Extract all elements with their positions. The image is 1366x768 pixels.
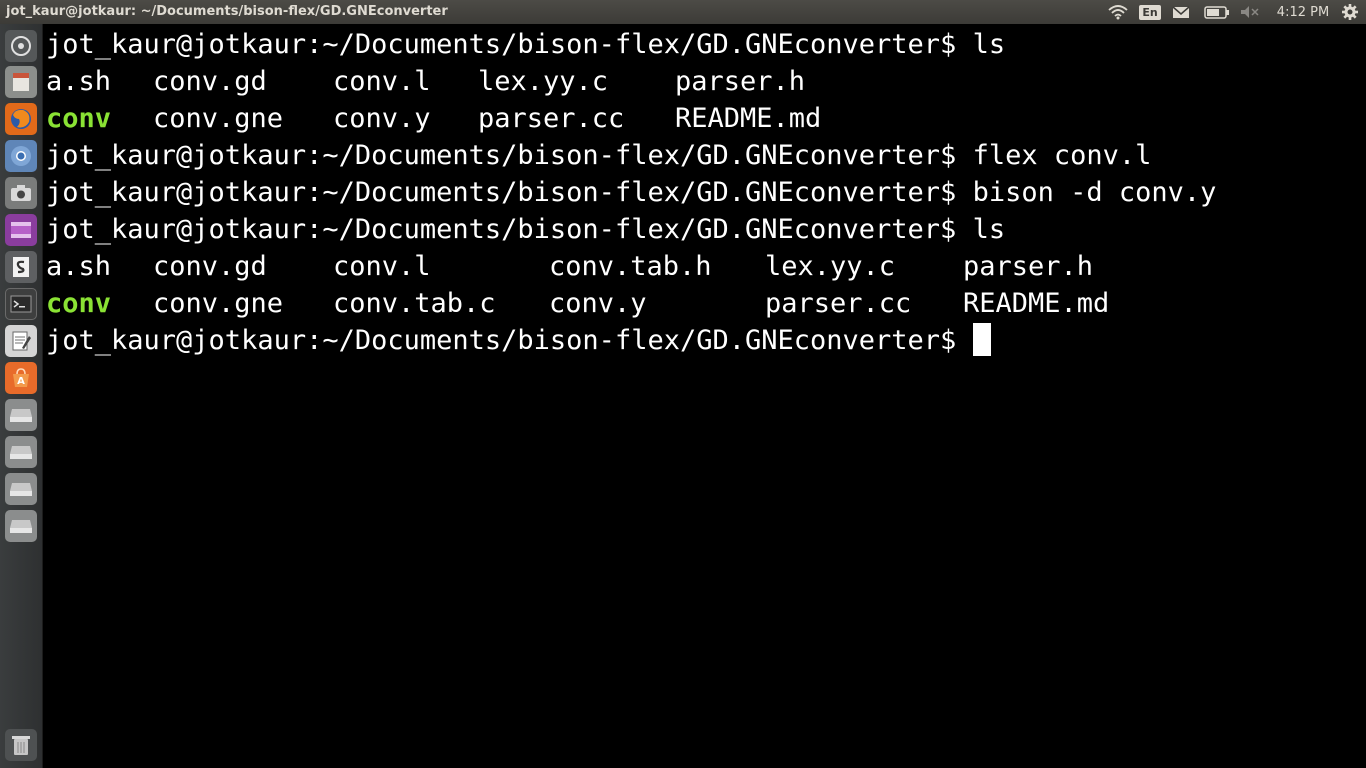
clock[interactable]: 4:12 PM	[1270, 0, 1336, 24]
file-entry: conv.gne	[153, 103, 284, 134]
file-entry: parser.cc	[478, 103, 625, 134]
drive-icon[interactable]	[5, 473, 37, 505]
top-panel: jot_kaur@jotkaur: ~/Documents/bison-flex…	[0, 0, 1366, 24]
ls-output-row: conv conv.gne conv.tab.c conv.y parser.cc REA…	[46, 285, 1109, 322]
terminal-window[interactable]: jot_kaur@jotkaur:~/Documents/bison-flex/…	[43, 24, 1366, 768]
file-entry: conv.y	[549, 288, 647, 319]
file-entry: parser.cc	[765, 288, 912, 319]
shell-prompt: jot_kaur@jotkaur:~/Documents/bison-flex/…	[46, 140, 973, 171]
command-text: ls	[972, 29, 1006, 60]
dash-icon[interactable]	[5, 30, 37, 62]
file-entry: README.md	[963, 288, 1110, 319]
drive-icon[interactable]	[5, 436, 37, 468]
software-center-icon[interactable]: A	[5, 362, 37, 394]
shell-prompt: jot_kaur@jotkaur:~/Documents/bison-flex/…	[46, 29, 973, 60]
ls-output-row: a.sh conv.gd conv.l lex.yy.c parser.h	[46, 63, 805, 100]
language-indicator: En	[1139, 4, 1161, 20]
trash-icon[interactable]	[5, 729, 37, 761]
volume-muted-icon[interactable]	[1239, 0, 1261, 24]
svg-text:A: A	[17, 376, 25, 387]
battery-icon[interactable]	[1203, 0, 1231, 24]
file-entry: conv.l	[333, 66, 431, 97]
file-entry: conv.tab.c	[333, 288, 496, 319]
file-entry: lex.yy.c	[478, 66, 609, 97]
file-entry: lex.yy.c	[765, 251, 896, 282]
video-icon[interactable]	[5, 214, 37, 246]
terminal-line: jot_kaur@jotkaur:~/Documents/bison-flex/…	[46, 174, 1216, 211]
camera-icon[interactable]	[5, 177, 37, 209]
executable-file-entry: conv	[46, 288, 112, 319]
file-entry: parser.h	[675, 66, 806, 97]
file-entry: conv.gd	[153, 66, 267, 97]
terminal-line: jot_kaur@jotkaur:~/Documents/bison-flex/…	[46, 26, 1005, 63]
file-entry: a.sh	[46, 66, 112, 97]
ls-output-row: a.sh conv.gd conv.l conv.tab.h lex.yy.c parse…	[46, 248, 1093, 285]
shell-prompt: jot_kaur@jotkaur:~/Documents/bison-flex/…	[46, 214, 973, 245]
libreoffice-impress-icon[interactable]	[5, 251, 37, 283]
file-entry: README.md	[675, 103, 822, 134]
files-icon[interactable]	[5, 66, 37, 98]
terminal-icon[interactable]	[5, 288, 37, 320]
shell-prompt: jot_kaur@jotkaur:~/Documents/bison-flex/…	[46, 325, 973, 356]
window-title: jot_kaur@jotkaur: ~/Documents/bison-flex…	[6, 4, 448, 19]
firefox-icon[interactable]	[5, 103, 37, 135]
command-text: flex conv.l	[972, 140, 1152, 171]
drive-icon[interactable]	[5, 399, 37, 431]
file-entry: conv.l	[333, 251, 431, 282]
file-entry: conv.y	[333, 103, 431, 134]
wifi-icon[interactable]	[1106, 0, 1130, 24]
terminal-line: jot_kaur@jotkaur:~/Documents/bison-flex/…	[46, 322, 991, 359]
command-text: bison -d conv.y	[972, 177, 1217, 208]
launcher: A	[0, 24, 43, 768]
text-editor-icon[interactable]	[5, 325, 37, 357]
terminal-line: jot_kaur@jotkaur:~/Documents/bison-flex/…	[46, 211, 1005, 248]
executable-file-entry: conv	[46, 103, 112, 134]
keyboard-layout-icon[interactable]: En	[1139, 0, 1161, 24]
ls-output-row: conv conv.gne conv.y parser.cc README.md	[46, 100, 821, 137]
file-entry: conv.tab.h	[549, 251, 712, 282]
mail-icon[interactable]	[1170, 0, 1192, 24]
command-text: ls	[972, 214, 1006, 245]
chromium-icon[interactable]	[5, 140, 37, 172]
shell-prompt: jot_kaur@jotkaur:~/Documents/bison-flex/…	[46, 177, 973, 208]
drive-icon[interactable]	[5, 510, 37, 542]
file-entry: parser.h	[963, 251, 1094, 282]
terminal-cursor	[972, 323, 991, 356]
file-entry: conv.gd	[153, 251, 267, 282]
file-entry: conv.gne	[153, 288, 284, 319]
terminal-line: jot_kaur@jotkaur:~/Documents/bison-flex/…	[46, 137, 1151, 174]
gear-icon[interactable]	[1338, 0, 1362, 24]
file-entry: a.sh	[46, 251, 112, 282]
